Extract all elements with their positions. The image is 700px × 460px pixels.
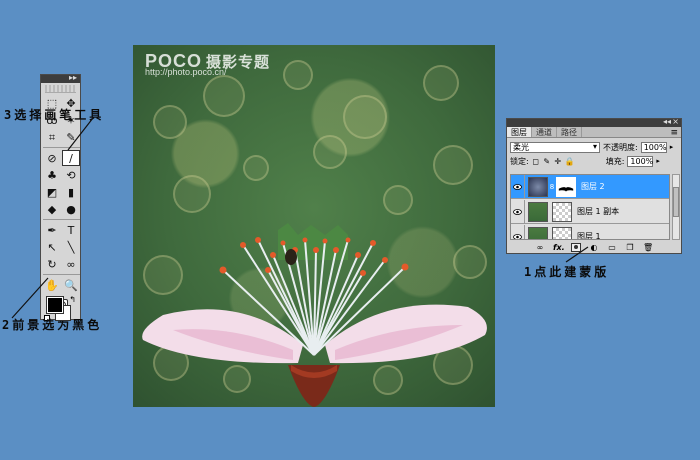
layers-panel-footer: ∞ fx. ◐ ▭ ❐ 🗑 bbox=[507, 241, 681, 253]
type-icon[interactable]: T bbox=[62, 222, 80, 238]
swap-colors-icon[interactable]: ↰ bbox=[69, 295, 76, 304]
tools-palette-titlebar[interactable]: ▸▸ bbox=[41, 72, 80, 84]
path-select-icon[interactable]: ↖ bbox=[43, 239, 61, 255]
palette-grip[interactable] bbox=[45, 85, 76, 93]
tool-separator bbox=[43, 219, 80, 220]
slice-icon[interactable]: ✎ bbox=[62, 129, 80, 145]
layer-row[interactable]: 图层 1 副本 bbox=[511, 199, 669, 224]
layers-panel: ◂◂ × 图层 通道 路径 ≡ 柔光 不透明度: 100% ▸ 锁定: ◻ ✎ … bbox=[506, 117, 682, 254]
group-icon[interactable]: ▭ bbox=[607, 243, 617, 252]
fill-label: 填充: bbox=[605, 156, 625, 166]
lock-all-icon[interactable]: 🔒 bbox=[565, 157, 575, 166]
fill-input[interactable]: 100% bbox=[627, 155, 654, 167]
annotation-step2: 2前景选为黑色 bbox=[2, 318, 103, 332]
close-icon[interactable]: × bbox=[672, 117, 679, 127]
layer-thumbnail[interactable] bbox=[528, 176, 548, 197]
3d-rotate-icon[interactable]: ↻ bbox=[43, 256, 61, 272]
opacity-arrow-icon[interactable]: ▸ bbox=[670, 143, 674, 151]
history-brush-icon[interactable]: ⟲ bbox=[62, 167, 80, 183]
layer-name[interactable]: 图层 2 bbox=[581, 181, 605, 192]
eraser-icon[interactable]: ◩ bbox=[43, 184, 61, 200]
trash-icon[interactable]: 🗑 bbox=[643, 243, 653, 252]
layer-thumbnail-transparent[interactable] bbox=[552, 226, 572, 239]
layer-name[interactable]: 图层 1 bbox=[577, 231, 601, 239]
lock-fill-row: 锁定: ◻ ✎ ✛ 🔒 填充: 100% ▸ bbox=[507, 154, 681, 168]
tool-grid: ⬚ ✥ ꝏ ✶ ⌗ ✎ ⊘ ∕ ♣ ⟲ ◩ ▮ ◆ ● ✒ T ↖ ╲ ↻ ∞ ✋ 🔍 bbox=[41, 95, 80, 293]
scrollbar-thumb[interactable] bbox=[673, 187, 679, 217]
layer-list-scrollbar[interactable] bbox=[672, 174, 680, 240]
lock-pixels-icon[interactable]: ✎ bbox=[543, 157, 551, 166]
layer-mask-thumbnail[interactable] bbox=[556, 176, 576, 197]
opacity-input[interactable]: 100% bbox=[640, 141, 667, 153]
image-canvas[interactable]: POCO 摄影专题 http://photo.poco.cn/ bbox=[133, 45, 495, 407]
layer-row[interactable]: 图层 1 bbox=[511, 224, 669, 239]
tab-paths[interactable]: 路径 bbox=[557, 127, 582, 137]
panel-menu-icon[interactable]: ≡ bbox=[670, 128, 678, 138]
layer-thumbnail[interactable] bbox=[528, 226, 548, 239]
visibility-eye-icon[interactable] bbox=[511, 224, 525, 239]
layer-thumbnail[interactable] bbox=[528, 201, 548, 222]
tab-channels[interactable]: 通道 bbox=[532, 127, 557, 137]
zoom-icon[interactable]: 🔍 bbox=[62, 277, 80, 293]
clone-stamp-icon[interactable]: ♣ bbox=[43, 167, 61, 183]
brush-icon[interactable]: ∕ bbox=[62, 150, 80, 166]
annotation-step1: 1点此建蒙版 bbox=[524, 265, 610, 279]
lock-transparent-icon[interactable]: ◻ bbox=[532, 157, 540, 166]
pen-icon[interactable]: ✒ bbox=[43, 222, 61, 238]
collapse-icon[interactable]: ▸▸ bbox=[69, 72, 77, 84]
3d-orbit-icon[interactable]: ∞ bbox=[62, 256, 80, 272]
layers-panel-titlebar[interactable]: ◂◂ × bbox=[507, 117, 681, 127]
link-icon[interactable]: ∞ bbox=[535, 243, 545, 252]
collapse-icon[interactable]: ◂◂ bbox=[663, 117, 671, 127]
blur-icon[interactable]: ◆ bbox=[43, 201, 61, 217]
foreground-color-swatch[interactable] bbox=[46, 296, 64, 314]
crop-icon[interactable]: ⌗ bbox=[43, 129, 61, 145]
tab-layers[interactable]: 图层 bbox=[507, 127, 532, 137]
visibility-eye-icon[interactable] bbox=[511, 199, 525, 224]
lock-position-icon[interactable]: ✛ bbox=[554, 157, 562, 166]
tool-separator bbox=[43, 274, 80, 275]
visibility-eye-icon[interactable] bbox=[511, 175, 525, 199]
layer-row[interactable]: 8 图层 2 bbox=[511, 175, 669, 199]
layers-panel-tabs: 图层 通道 路径 bbox=[507, 127, 681, 138]
dodge-icon[interactable]: ● bbox=[62, 201, 80, 217]
blend-mode-select[interactable]: 柔光 bbox=[510, 141, 600, 153]
new-layer-icon[interactable]: ❐ bbox=[625, 243, 635, 252]
gradient-icon[interactable]: ▮ bbox=[62, 184, 80, 200]
mask-link-icon[interactable]: 8 bbox=[548, 183, 556, 191]
layer-list: 8 图层 2 图层 1 副本 图层 1 bbox=[510, 174, 670, 240]
layer-name[interactable]: 图层 1 副本 bbox=[577, 206, 619, 217]
line-icon[interactable]: ╲ bbox=[62, 239, 80, 255]
tool-separator bbox=[43, 147, 80, 148]
adjustment-icon[interactable]: ◐ bbox=[589, 243, 599, 252]
add-mask-icon[interactable] bbox=[571, 242, 581, 252]
fx-icon[interactable]: fx. bbox=[553, 243, 565, 252]
hand-icon[interactable]: ✋ bbox=[43, 277, 61, 293]
opacity-label: 不透明度: bbox=[603, 142, 638, 152]
annotation-step3: 3选择画笔工具 bbox=[4, 108, 105, 122]
flower-image bbox=[142, 223, 487, 407]
fill-arrow-icon[interactable]: ▸ bbox=[656, 157, 660, 165]
layer-thumbnail-transparent[interactable] bbox=[552, 201, 572, 222]
lock-label: 锁定: bbox=[510, 156, 529, 166]
blend-opacity-row: 柔光 不透明度: 100% ▸ bbox=[507, 140, 681, 154]
healing-brush-icon[interactable]: ⊘ bbox=[43, 150, 61, 166]
